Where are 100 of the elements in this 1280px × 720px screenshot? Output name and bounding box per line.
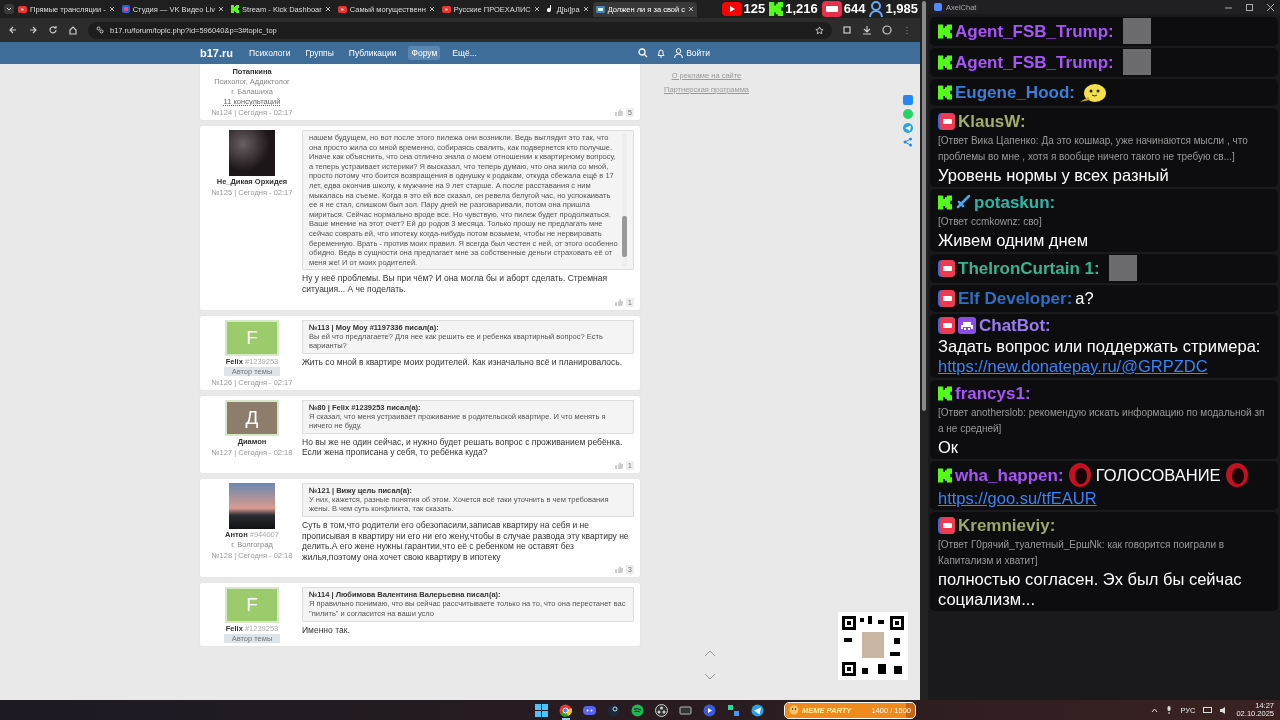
message-link[interactable]: https://new.donatepay.ru/@GRPZDC: [938, 356, 1270, 376]
caret-icon[interactable]: [1151, 707, 1159, 713]
person-icon: [869, 1, 884, 17]
username: KlausW:: [958, 110, 1026, 132]
live-icon: [938, 289, 955, 307]
app-icon[interactable]: [703, 703, 716, 717]
k-logo-icon: [938, 385, 952, 401]
extension-icon[interactable]: [842, 25, 852, 35]
reply-quote: [Ответ Вика Цапенко: Да это кошмар, уже начинаются мысли , что проблемы во мне , хотя я вообще ничего такого не требую св...]: [938, 134, 1249, 164]
close-icon[interactable]: [218, 6, 225, 12]
app-icon: [121, 5, 130, 13]
reply-quote: [Ответ anotherslob: рекомендую искать информацию по модальной зп а не средней]: [938, 406, 1266, 436]
app-icon[interactable]: [559, 703, 572, 717]
app-icon[interactable]: [607, 703, 620, 717]
tab-menu-icon[interactable]: [4, 4, 14, 14]
username: ChatBot:: [979, 315, 1051, 336]
k-logo-icon: [938, 194, 952, 210]
username: Agent_FSB_Trump:: [955, 20, 1114, 42]
close-icon[interactable]: [688, 6, 694, 12]
play-icon: [721, 2, 742, 16]
close-icon[interactable]: [108, 6, 115, 12]
close-icon[interactable]: [1267, 3, 1274, 11]
username: Agent_FSB_Trump:: [955, 51, 1114, 73]
app-icon: [934, 3, 942, 11]
nav-link[interactable]: Психологи: [246, 46, 294, 60]
viewer-count: 1,216: [785, 0, 818, 18]
search-icon[interactable]: [638, 48, 649, 58]
avatar: F: [225, 587, 279, 624]
close-icon[interactable]: [324, 6, 331, 12]
play-icon: [337, 5, 347, 13]
k-logo-icon: [938, 467, 952, 483]
avatar: Д: [225, 399, 279, 436]
site-logo[interactable]: b17.ru: [200, 47, 233, 59]
k-logo-icon: [769, 2, 784, 16]
username: Eugene_Hood:: [955, 81, 1075, 103]
post-text: Но вы же не один сейчас, и нужно будет решать вопрос с проживанием ребёнка. Если жена прописана у себя, то ребёнка куда?: [302, 436, 624, 458]
start-icon[interactable]: [535, 703, 548, 717]
username: wha_happen:: [955, 464, 1064, 486]
invader-icon: [958, 317, 976, 334]
message-text: ГОЛОСОВАНИЕ: [1095, 465, 1221, 485]
photo-placeholder: [229, 482, 275, 529]
network-icon[interactable]: [1203, 706, 1213, 714]
home-icon[interactable]: [68, 25, 78, 35]
close-icon[interactable]: [428, 6, 435, 12]
sword-icon: [955, 194, 971, 210]
live-icon: [938, 516, 955, 534]
username: potaskun:: [974, 191, 1056, 213]
star-icon[interactable]: [815, 25, 824, 35]
viewer-count: 644: [843, 0, 866, 18]
nav-link[interactable]: Форум: [408, 46, 441, 60]
close-icon[interactable]: [582, 6, 589, 12]
app-icon[interactable]: [655, 703, 668, 717]
microphone-icon[interactable]: [1166, 706, 1173, 714]
username: Kremnieviy:: [958, 514, 1056, 536]
site-info-icon: [96, 26, 104, 34]
back-icon[interactable]: [8, 25, 18, 35]
nav-link[interactable]: Ещё...: [449, 46, 480, 60]
profile-icon[interactable]: [882, 25, 892, 35]
avatar: F: [225, 319, 279, 356]
app-icon[interactable]: [727, 703, 740, 717]
scrollbar[interactable]: [922, 1, 926, 411]
app-icon[interactable]: [751, 703, 764, 717]
photo-placeholder: [1122, 18, 1151, 44]
reply-quote: [Ответ Г0рячий_туалетный_ЕршNk: как говорится поиграли в Капитализм и хватит]: [938, 538, 1226, 568]
live-icon: [821, 1, 842, 17]
live-icon: [938, 112, 955, 130]
live-icon: [938, 259, 955, 277]
post-text: Именно так.: [302, 624, 351, 636]
app-icon[interactable]: [583, 703, 596, 717]
k-logo-icon: [938, 54, 952, 70]
share-icon[interactable]: [903, 137, 913, 147]
login-link[interactable]: Войти: [674, 48, 710, 58]
bell-icon[interactable]: [656, 48, 667, 58]
play-icon: [18, 5, 27, 13]
k-logo-icon: [231, 5, 240, 13]
close-icon[interactable]: [533, 6, 540, 12]
nav-link[interactable]: Публикации: [345, 46, 400, 60]
message-text: Задать вопрос или поддержать стримера:: [938, 336, 1261, 356]
nav-link[interactable]: Группы: [302, 46, 337, 60]
maximize-icon[interactable]: [1246, 3, 1253, 11]
play-icon: [441, 5, 451, 13]
k-logo-icon: [938, 84, 952, 100]
share-icon[interactable]: [903, 123, 913, 133]
download-icon[interactable]: [862, 25, 872, 35]
app-icon[interactable]: [631, 703, 644, 717]
username: Elf Developer:: [958, 287, 1073, 309]
viewer-count: 1,985: [885, 0, 918, 18]
photo-placeholder: [1108, 255, 1137, 281]
post-text: Жить со мной в квартире моих родителей. Как изначально всё и планировалось.: [302, 356, 624, 368]
reload-icon[interactable]: [48, 25, 58, 35]
message-link[interactable]: https://goo.su/tfEAUR: [938, 488, 1270, 508]
message-text: а?: [1075, 288, 1094, 308]
live-icon: [938, 317, 955, 334]
username: francys1:: [955, 382, 1031, 404]
scrollbar[interactable]: [622, 133, 627, 268]
k-logo-icon: [938, 23, 952, 39]
message-text: полностью согласен. Эх был бы сейчас социализм...: [938, 569, 1243, 609]
viewer-count: 125: [743, 0, 766, 18]
photo-placeholder: [229, 130, 275, 176]
forward-icon[interactable]: [28, 25, 38, 35]
